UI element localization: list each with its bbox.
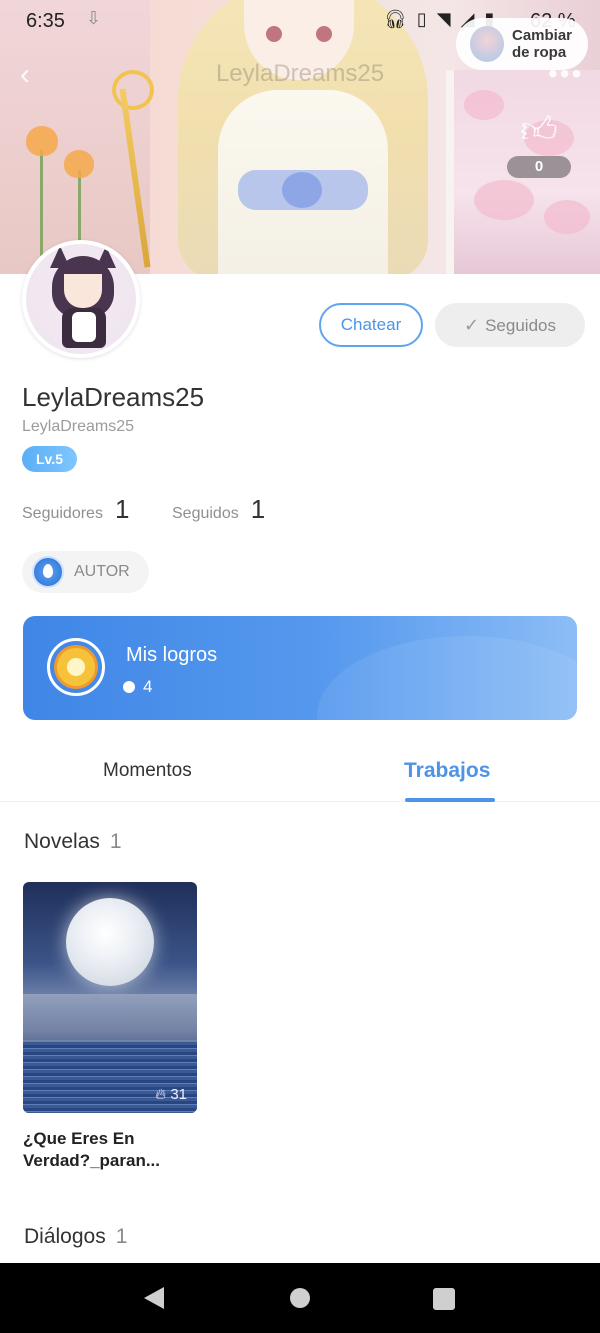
system-nav-bar (0, 1263, 600, 1333)
following-button-label: Seguidos (485, 316, 556, 335)
novel-title[interactable]: ¿Que Eres En Verdad?_paran... (23, 1128, 203, 1172)
vibrate-icon: ▯ (416, 9, 427, 29)
achievement-star-icon (123, 681, 135, 693)
following-count: 1 (250, 494, 266, 524)
status-time: 6:35 (26, 10, 65, 32)
tab-moments[interactable]: Momentos (103, 760, 192, 782)
outfit-avatar-icon (470, 26, 504, 62)
novel-cover[interactable]: 🔥︎ 31 (23, 882, 197, 1113)
followers-count: 1 (114, 494, 130, 524)
nav-back-icon[interactable] (144, 1287, 164, 1309)
nav-recents-icon[interactable] (433, 1288, 455, 1310)
level-badge: Lv.5 (22, 446, 77, 472)
novels-title: Novelas (24, 830, 100, 853)
back-arrow-icon[interactable]: ‹ (20, 58, 30, 92)
check-icon: ✓ (464, 315, 480, 335)
display-name: LeylaDreams25 (22, 382, 205, 412)
like-count: 0 (507, 156, 571, 178)
profile-tabs: Momentos Trabajos (0, 742, 600, 802)
fire-icon: 🔥︎ (155, 1086, 167, 1103)
wifi-icon: ◥ (436, 9, 451, 29)
medal-icon (54, 645, 98, 689)
novels-section-title: Novelas 1 (24, 830, 122, 854)
tab-works[interactable]: Trabajos (404, 759, 490, 783)
following-label: Seguidos (172, 505, 239, 522)
dialogs-section-title: Diálogos 1 (24, 1225, 127, 1249)
like-button[interactable]: 👍︎ 0 (506, 108, 572, 178)
followers-stat[interactable]: Seguidores 1 (22, 494, 129, 525)
following-button[interactable]: ✓ Seguidos (435, 303, 585, 347)
headphones-icon: 🎧︎ (384, 9, 407, 29)
novel-likes: 31 (170, 1086, 187, 1103)
following-stat[interactable]: Seguidos 1 (172, 494, 265, 525)
author-badge[interactable]: AUTOR (22, 551, 149, 593)
change-outfit-label: Cambiar de ropa (512, 27, 573, 61)
author-badge-label: AUTOR (74, 563, 130, 580)
novels-count: 1 (109, 830, 122, 853)
change-outfit-button[interactable]: Cambiar de ropa (456, 18, 588, 70)
achievements-title: Mis logros (126, 644, 218, 666)
moon-image (66, 898, 154, 986)
active-tab-indicator (405, 798, 495, 802)
dialogs-title: Diálogos (24, 1225, 106, 1248)
chat-button[interactable]: Chatear (319, 303, 423, 347)
author-drop-icon (32, 556, 64, 588)
achievements-card[interactable]: Mis logros 4 (23, 616, 577, 720)
avatar[interactable] (22, 240, 140, 358)
dialogs-count: 1 (115, 1225, 128, 1248)
achievements-count: 4 (143, 677, 153, 696)
download-icon: ⇩ (86, 8, 102, 28)
user-handle: LeylaDreams25 (22, 418, 135, 435)
thumbs-up-icon: 👍︎ (520, 109, 558, 150)
followers-label: Seguidores (22, 505, 103, 522)
nav-home-icon[interactable] (290, 1288, 310, 1308)
